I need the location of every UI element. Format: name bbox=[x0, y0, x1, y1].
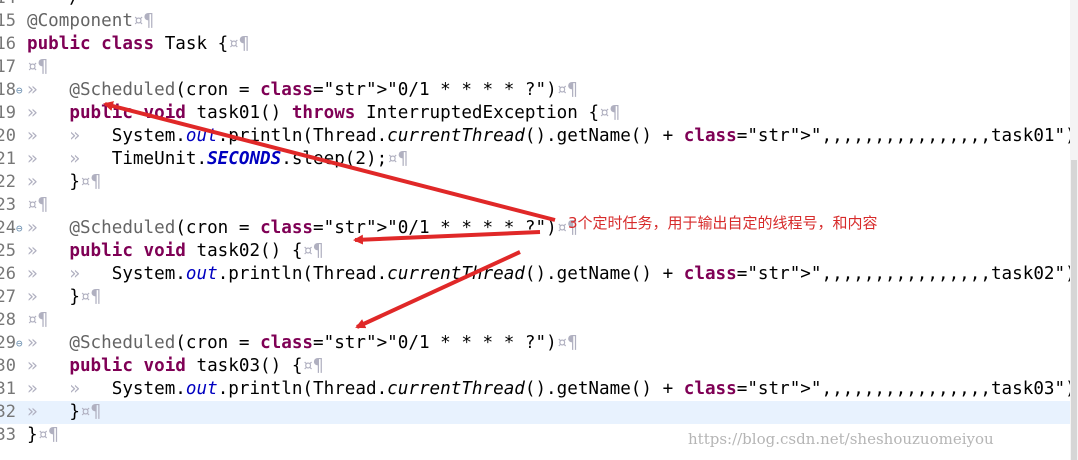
code-line[interactable]: 14 */ bbox=[0, 0, 1070, 10]
line-number: 16 bbox=[0, 34, 16, 54]
line-number: 22 bbox=[0, 172, 16, 192]
code-text: » }¤¶ bbox=[27, 287, 102, 307]
code-line[interactable]: 21 » » TimeUnit.SECONDS.sleep(2);¤¶ bbox=[0, 148, 1070, 171]
code-line[interactable]: 18 ⊖» @Scheduled(cron = class="str">"0/1 … bbox=[0, 79, 1070, 102]
code-editor[interactable]: 14 */15@Component¤¶16public class Task {… bbox=[0, 0, 1078, 460]
line-number: 21 bbox=[0, 149, 16, 169]
code-line[interactable]: 19 » public void task01() throws Interrup… bbox=[0, 102, 1070, 125]
code-line[interactable]: 17 ¤¶ bbox=[0, 56, 1070, 79]
code-line[interactable]: 27 » }¤¶ bbox=[0, 286, 1070, 309]
line-number: 30 bbox=[0, 356, 16, 376]
code-text: » @Scheduled(cron = class="str">"0/1 * *… bbox=[27, 218, 578, 238]
code-line[interactable]: 16 public class Task {¤¶ bbox=[0, 33, 1070, 56]
line-number: 31 bbox=[0, 379, 16, 399]
code-text: » @Scheduled(cron = class="str">"0/1 * *… bbox=[27, 80, 578, 100]
code-text: ¤¶ bbox=[27, 310, 49, 330]
line-number: 27 bbox=[0, 287, 16, 307]
line-number: 15 bbox=[0, 11, 16, 31]
line-number: 23 bbox=[0, 195, 16, 215]
code-text: » » System.out.println(Thread.currentThr… bbox=[27, 379, 1078, 399]
code-line[interactable]: 28 ¤¶ bbox=[0, 309, 1070, 332]
code-text: ¤¶ bbox=[27, 57, 49, 77]
code-line[interactable]: 24 ⊖» @Scheduled(cron = class="str">"0/1 … bbox=[0, 217, 1070, 240]
annotation-note: 3个定时任务，用于输出自定的线程号，和内容 bbox=[568, 214, 878, 232]
vertical-scrollbar[interactable] bbox=[1070, 0, 1078, 460]
code-text: » public void task01() throws Interrupte… bbox=[27, 103, 621, 123]
scrollbar-thumb[interactable] bbox=[1071, 160, 1077, 460]
code-text: @Component¤¶ bbox=[27, 11, 155, 31]
code-line[interactable]: 32 » }¤¶ bbox=[0, 401, 1070, 424]
line-number: 26 bbox=[0, 264, 16, 284]
code-line[interactable]: 15 @Component¤¶ bbox=[0, 10, 1070, 33]
code-line[interactable]: 29 ⊖» @Scheduled(cron = class="str">"0/1 … bbox=[0, 332, 1070, 355]
code-line[interactable]: 31 » » System.out.println(Thread.currentT… bbox=[0, 378, 1078, 401]
line-number: 17 bbox=[0, 57, 16, 77]
code-text: */ bbox=[27, 0, 80, 10]
line-number: 19 bbox=[0, 103, 16, 123]
code-line[interactable]: 30 » public void task03() {¤¶ bbox=[0, 355, 1070, 378]
code-line[interactable]: 20 » » System.out.println(Thread.currentT… bbox=[0, 125, 1078, 148]
code-text: public class Task {¤¶ bbox=[27, 34, 250, 54]
line-number: 33 bbox=[0, 425, 16, 445]
line-number: 20 bbox=[0, 126, 16, 146]
line-number: 25 bbox=[0, 241, 16, 261]
code-text: » public void task02() {¤¶ bbox=[27, 241, 324, 261]
code-text: » » System.out.println(Thread.currentThr… bbox=[27, 126, 1078, 146]
line-number: 32 bbox=[0, 402, 16, 422]
line-number: 29 bbox=[0, 333, 16, 353]
code-text: » » TimeUnit.SECONDS.sleep(2);¤¶ bbox=[27, 149, 409, 169]
line-number: 14 bbox=[0, 0, 16, 10]
code-text: }¤¶ bbox=[27, 425, 59, 445]
watermark-text: https://blog.csdn.net/sheshouzuomeiyou bbox=[688, 430, 994, 448]
fold-toggle-icon[interactable]: ⊖ bbox=[16, 79, 23, 102]
code-text: » public void task03() {¤¶ bbox=[27, 356, 324, 376]
code-line[interactable]: 22 » }¤¶ bbox=[0, 171, 1070, 194]
line-number: 18 bbox=[0, 80, 16, 100]
code-text: ¤¶ bbox=[27, 195, 49, 215]
code-text: » @Scheduled(cron = class="str">"0/1 * *… bbox=[27, 333, 578, 353]
code-line[interactable]: 26 » » System.out.println(Thread.currentT… bbox=[0, 263, 1078, 286]
code-text: » }¤¶ bbox=[27, 172, 102, 192]
code-line[interactable]: 25 » public void task02() {¤¶ bbox=[0, 240, 1070, 263]
code-text: » » System.out.println(Thread.currentThr… bbox=[27, 264, 1078, 284]
line-number: 28 bbox=[0, 310, 16, 330]
fold-toggle-icon[interactable]: ⊖ bbox=[16, 332, 23, 355]
code-line[interactable]: 23 ¤¶ bbox=[0, 194, 1070, 217]
fold-toggle-icon[interactable]: ⊖ bbox=[16, 217, 23, 240]
code-text: » }¤¶ bbox=[27, 402, 102, 422]
line-number: 24 bbox=[0, 218, 16, 238]
